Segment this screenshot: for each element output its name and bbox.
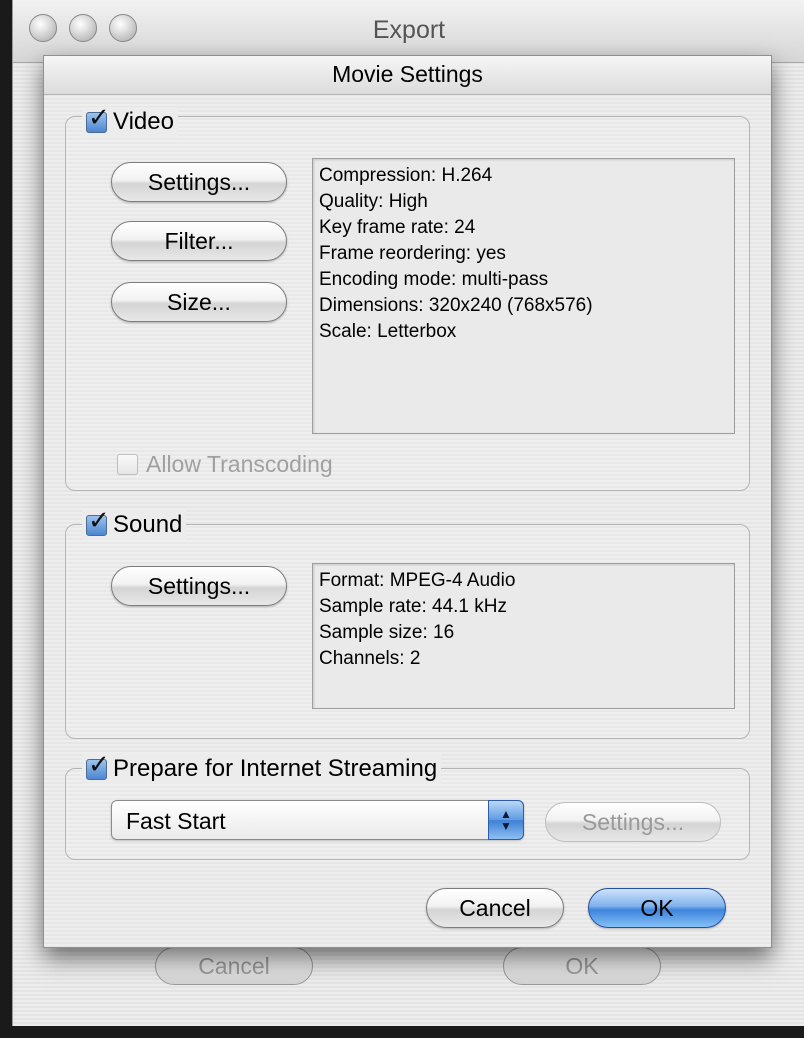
export-ok-button[interactable]: OK [503, 947, 661, 985]
streaming-mode-popup[interactable]: Fast Start ▲ ▼ [111, 800, 524, 840]
video-filter-button[interactable]: Filter... [111, 221, 287, 261]
streaming-legend: ✓ Prepare for Internet Streaming [82, 751, 442, 784]
sound-info-line: Sample size: 16 [319, 622, 455, 643]
video-legend: ✓ Video [82, 104, 178, 137]
sheet-titlebar: Movie Settings [44, 56, 771, 95]
video-checkbox[interactable]: ✓ [86, 104, 110, 133]
streaming-mode-value: Fast Start [126, 808, 226, 834]
video-size-button[interactable]: Size... [111, 282, 287, 322]
sound-checkbox[interactable]: ✓ [86, 507, 110, 536]
sound-info-line: Sample rate: 44.1 kHz [319, 596, 507, 617]
cancel-button[interactable]: Cancel [426, 888, 564, 928]
sound-info-box: Format: MPEG-4 Audio Sample rate: 44.1 k… [312, 563, 735, 709]
checkmark-icon: ✓ [88, 101, 110, 132]
video-info-line: Frame reordering: yes [319, 243, 506, 264]
streaming-settings-button[interactable]: Settings... [545, 802, 721, 842]
video-info-line: Dimensions: 320x240 (768x576) [319, 295, 593, 316]
video-settings-button[interactable]: Settings... [111, 162, 287, 202]
checkmark-icon: ✓ [88, 504, 110, 535]
allow-transcoding-row: Allow Transcoding [117, 451, 333, 478]
sound-label: Sound [113, 511, 183, 538]
video-info-line: Compression: H.264 [319, 165, 493, 186]
streaming-label: Prepare for Internet Streaming [113, 755, 438, 782]
sound-info-line: Format: MPEG-4 Audio [319, 570, 516, 591]
checkmark-icon: ✓ [88, 748, 110, 779]
streaming-checkbox[interactable]: ✓ [86, 751, 110, 780]
popup-arrows-icon: ▲ ▼ [488, 800, 524, 840]
video-info-line: Key frame rate: 24 [319, 217, 476, 238]
video-info-line: Quality: High [319, 191, 428, 212]
allow-transcoding-label: Allow Transcoding [146, 451, 333, 477]
export-title: Export [372, 16, 446, 44]
video-info-box: Compression: H.264 Quality: High Key fra… [312, 158, 735, 434]
export-titlebar: Export [13, 0, 804, 63]
video-label: Video [113, 108, 174, 135]
video-info-line: Scale: Letterbox [319, 321, 457, 342]
sheet-title: Movie Settings [332, 61, 483, 87]
video-info-line: Encoding mode: multi-pass [319, 269, 549, 290]
ok-button[interactable]: OK [588, 888, 726, 928]
export-cancel-button[interactable]: Cancel [155, 947, 313, 985]
sound-settings-button[interactable]: Settings... [111, 566, 287, 606]
sound-legend: ✓ Sound [82, 507, 187, 540]
allow-transcoding-checkbox[interactable] [117, 454, 138, 475]
sound-info-line: Channels: 2 [319, 648, 421, 669]
